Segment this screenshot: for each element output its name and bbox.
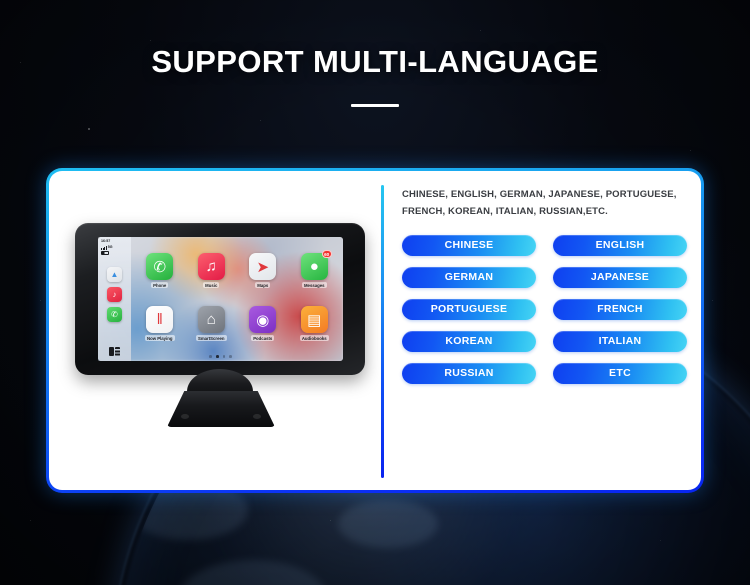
app-tile[interactable]: ▤ Audiobooks [290,298,340,349]
app-label: Podcasts [251,335,275,341]
signal-bars-icon [101,245,107,250]
star [30,520,32,522]
language-button[interactable]: JAPANESE [553,266,687,288]
smartscreen-icon[interactable]: ⌂ [197,306,225,333]
app-tile[interactable]: ◉ Podcasts [238,298,288,349]
app-grid[interactable]: ✆ Phone ♫ Music ➤ Maps ● 60 Messages ‖ Now Playing… [135,245,339,349]
star [150,40,151,41]
phone-icon[interactable]: ✆ [107,307,122,323]
page-dot[interactable] [229,355,232,358]
app-tile[interactable]: ‖ Now Playing [135,298,185,349]
page-indicator[interactable] [98,355,343,358]
maps-icon[interactable]: ➤ [249,253,277,280]
star [480,30,482,32]
status-bar: 16:57 5G [98,237,131,256]
title-underline [351,104,399,107]
language-button-grid[interactable]: CHINESE ENGLISH GERMAN JAPANESE PORTUGUESE FR… [402,234,687,384]
music-icon[interactable]: ♫ [197,253,225,280]
signal-row: 5G [101,245,131,250]
accent-bar [381,185,384,478]
star [660,540,661,541]
app-label: Phone [151,282,169,288]
app-tile[interactable]: ⌂ SmartScreen [187,298,237,349]
app-tile[interactable]: ♫ Music [187,245,237,296]
page-root: SUPPORT MULTI-LANGUAGE 16:57 5G ▲ ♪ ✆ ✆ … [0,0,750,585]
content-card-border: 16:57 5G ▲ ♪ ✆ ✆ Phone ♫ Music ➤ Maps ● 60 Message… [46,168,704,493]
app-tile[interactable]: ➤ Maps [238,245,288,296]
header: SUPPORT MULTI-LANGUAGE [0,44,750,107]
star [690,150,692,152]
app-label: Audiobooks [299,335,329,341]
language-button[interactable]: ENGLISH [553,234,687,256]
audiobooks-icon[interactable]: ▤ [300,306,328,333]
star [330,520,332,522]
device-bezel: 16:57 5G ▲ ♪ ✆ ✆ Phone ♫ Music ➤ Maps ● 60 Message… [75,223,365,375]
content-card: 16:57 5G ▲ ♪ ✆ ✆ Phone ♫ Music ➤ Maps ● 60 Message… [49,171,701,490]
carplay-device: 16:57 5G ▲ ♪ ✆ ✆ Phone ♫ Music ➤ Maps ● 60 Message… [75,223,375,428]
language-button[interactable]: FRENCH [553,298,687,320]
star [712,300,713,301]
language-button[interactable]: PORTUGUESE [402,298,536,320]
network-label: 5G [107,244,113,249]
page-dot[interactable] [215,355,219,358]
page-title: SUPPORT MULTI-LANGUAGE [151,44,599,79]
page-dot[interactable] [209,355,212,358]
music-icon[interactable]: ♪ [107,287,122,303]
messages-icon[interactable]: ● 60 [300,250,332,280]
page-dot[interactable] [222,355,226,358]
language-button[interactable]: ITALIAN [553,330,687,352]
language-button[interactable]: ETC [553,362,687,384]
language-panel-body: CHINESE, ENGLISH, GERMAN, JAPANESE, PORT… [402,185,687,478]
podcasts-icon[interactable]: ◉ [249,306,277,333]
app-label: Now Playing [144,335,175,341]
app-tile[interactable]: ● 60 Messages [290,245,340,296]
language-panel: CHINESE, ENGLISH, GERMAN, JAPANESE, PORT… [381,185,687,478]
app-tile[interactable]: ✆ Phone [135,245,185,296]
now-playing-icon[interactable]: ‖ [146,306,174,333]
sidebar-recent-apps[interactable]: ▲ ♪ ✆ [107,267,122,323]
app-label: SmartScreen [195,335,227,341]
notification-badge: 60 [321,250,332,258]
star [40,300,42,302]
star [260,120,261,121]
language-button[interactable]: GERMAN [402,266,536,288]
device-screen: 16:57 5G ▲ ♪ ✆ ✆ Phone ♫ Music ➤ Maps ● 60 Message… [98,237,343,361]
maps-icon[interactable]: ▲ [107,267,122,283]
mount-base-plate [167,391,275,427]
app-label: Messages [301,282,327,288]
carplay-sidebar: 16:57 5G ▲ ♪ ✆ [98,237,131,361]
status-time: 16:57 [101,239,111,243]
battery-icon [101,251,109,256]
phone-icon[interactable]: ✆ [146,253,174,280]
app-label: Music [203,282,220,288]
language-description: CHINESE, ENGLISH, GERMAN, JAPANESE, PORT… [402,189,677,217]
star [88,128,91,131]
language-button[interactable]: KOREAN [402,330,536,352]
app-label: Maps [255,282,271,288]
language-button[interactable]: RUSSIAN [402,362,536,384]
language-button[interactable]: CHINESE [402,234,536,256]
